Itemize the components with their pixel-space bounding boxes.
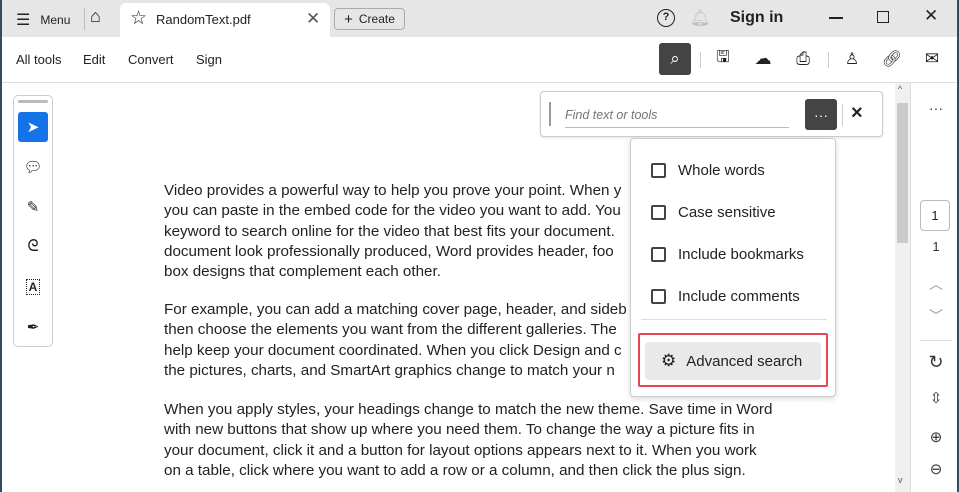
more-options-button[interactable]: ··· [805,99,837,130]
maximize-button[interactable] [877,11,889,23]
menu-convert[interactable]: Convert [128,52,174,67]
menu-sign[interactable]: Sign [196,52,222,67]
home-icon[interactable]: ⌂ [90,6,101,27]
scroll-down-icon[interactable]: v [898,475,903,485]
divider [842,104,843,126]
menu-all-tools[interactable]: All tools [16,52,62,67]
option-case-sensitive[interactable]: Case sensitive [651,204,776,221]
email-icon[interactable]: ✉ [916,43,948,75]
vertical-scrollbar[interactable]: ^ v [895,83,910,492]
checkbox[interactable] [651,163,666,178]
checkbox[interactable] [651,247,666,262]
fit-page-icon[interactable]: ⇳ [923,387,949,409]
add-comment-icon[interactable]: 💬︎ [18,152,48,182]
bell-icon[interactable]: 🔔︎ [690,8,710,28]
rotate-icon[interactable]: ↻ [923,351,949,373]
divider [84,8,85,30]
more-icon[interactable]: ··· [923,97,949,119]
previous-page-icon[interactable]: ︿ [923,273,949,295]
close-window-button[interactable]: ✕ [924,6,938,26]
save-icon[interactable]: 🖫 [707,43,739,75]
page-number-input[interactable]: 1 [920,200,950,231]
find-panel: ··· × [540,91,883,137]
tab-document[interactable]: ☆ RandomText.pdf ✕ [120,3,330,37]
scrollbar-thumb[interactable] [897,103,908,243]
plus-icon: + [344,10,353,28]
create-button[interactable]: + Create [334,8,405,30]
option-include-comments[interactable]: Include comments [651,288,800,305]
close-find-button[interactable]: × [851,102,863,125]
print-icon[interactable]: ⎙ [787,43,819,75]
checkbox[interactable] [651,205,666,220]
scroll-up-icon[interactable]: ^ [898,84,902,94]
highlight-box [638,333,828,387]
quick-tools-panel: ➤ 💬︎ ✎ ᘓ A ✒ [13,95,53,347]
sign-in-button[interactable]: Sign in [730,9,783,27]
cloud-upload-icon[interactable]: ☁ [747,43,779,75]
text-select-icon[interactable]: A [18,272,48,302]
highlight-icon[interactable]: ✎ [18,192,48,222]
toolbar: All tools Edit Convert Sign ⌕ 🖫 ☁ ⎙ ♙ 🔗︎… [0,37,959,83]
zoom-out-icon[interactable]: ⊖ [923,458,949,480]
find-input[interactable] [565,102,789,128]
checkbox[interactable] [651,289,666,304]
divider [920,340,952,341]
divider [828,52,829,68]
star-icon[interactable]: ☆ [130,7,147,30]
minimize-button[interactable] [829,17,843,19]
divider [641,319,827,320]
right-rail: ··· 1 1 ︿ ﹀ ↻ ⇳ ⊕ ⊖ [910,83,959,492]
option-include-bookmarks[interactable]: Include bookmarks [651,246,804,263]
menu-edit[interactable]: Edit [83,52,105,67]
search-button[interactable]: ⌕ [659,43,691,75]
link-icon[interactable]: 🔗︎ [876,43,908,75]
drag-handle[interactable] [18,100,48,103]
title-bar: ☰ Menu ⌂ ☆ RandomText.pdf ✕ + Create ? 🔔︎… [0,0,959,37]
zoom-in-icon[interactable]: ⊕ [923,426,949,448]
total-pages: 1 [932,238,940,254]
menu-button[interactable]: ☰ Menu [16,10,70,30]
hamburger-icon: ☰ [16,12,31,29]
sign-pen-icon[interactable]: ✒ [18,312,48,342]
draw-icon[interactable]: ᘓ [18,232,48,262]
close-tab-icon[interactable]: ✕ [306,9,320,29]
paragraph: When you apply styles, your headings cha… [164,401,773,479]
select-tool-button[interactable]: ➤ [18,112,48,142]
text-cursor [549,102,551,126]
window-frame [0,0,2,492]
help-icon[interactable]: ? [657,9,675,27]
option-whole-words[interactable]: Whole words [651,162,765,179]
divider [700,52,701,68]
next-page-icon[interactable]: ﹀ [923,305,949,327]
share-user-icon[interactable]: ♙ [836,43,868,75]
